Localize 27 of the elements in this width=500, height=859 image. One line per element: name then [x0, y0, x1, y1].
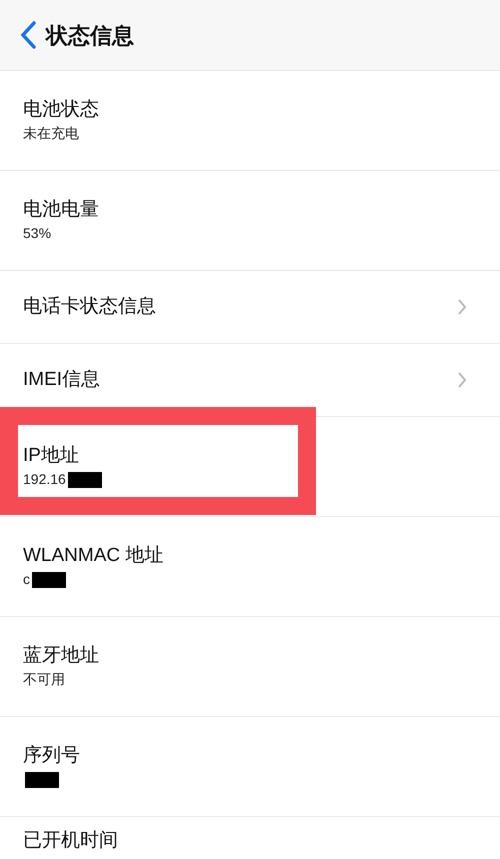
row-label: 蓝牙地址	[23, 644, 100, 668]
row-label: WLANMAC 地址	[23, 544, 164, 568]
row-label: IMEI信息	[23, 368, 102, 392]
page-title: 状态信息	[46, 22, 134, 50]
row-value: 53%	[23, 224, 52, 243]
settings-row[interactable]: IMEI信息	[0, 344, 500, 417]
row-label: 已开机时间	[23, 829, 119, 853]
back-icon	[20, 21, 36, 49]
settings-row[interactable]: WLANMAC 地址 c	[0, 517, 500, 617]
chevron-icon	[457, 371, 467, 389]
chevron-icon	[457, 298, 467, 316]
settings-row[interactable]: 蓝牙地址 不可用	[0, 617, 500, 717]
settings-row[interactable]: 电池电量 53%	[0, 171, 500, 271]
row-label: 序列号	[23, 744, 81, 768]
row-value: c	[23, 570, 30, 589]
row-label: 电池电量	[23, 198, 100, 222]
row-value: 192.16	[23, 470, 66, 489]
settings-row[interactable]: 已开机时间	[0, 817, 500, 859]
row-value: 不可用	[23, 670, 65, 689]
row-label: IP地址	[23, 444, 80, 468]
settings-row[interactable]: 序列号	[0, 717, 500, 817]
row-value: 未在充电	[23, 124, 79, 143]
row-label: 电话卡状态信息	[23, 295, 157, 319]
row-label: 电池状态	[23, 98, 100, 122]
settings-row[interactable]: 电池状态 未在充电	[0, 71, 500, 171]
settings-row[interactable]: 电话卡状态信息	[0, 271, 500, 344]
settings-row[interactable]: IP地址 192.16	[0, 417, 500, 517]
